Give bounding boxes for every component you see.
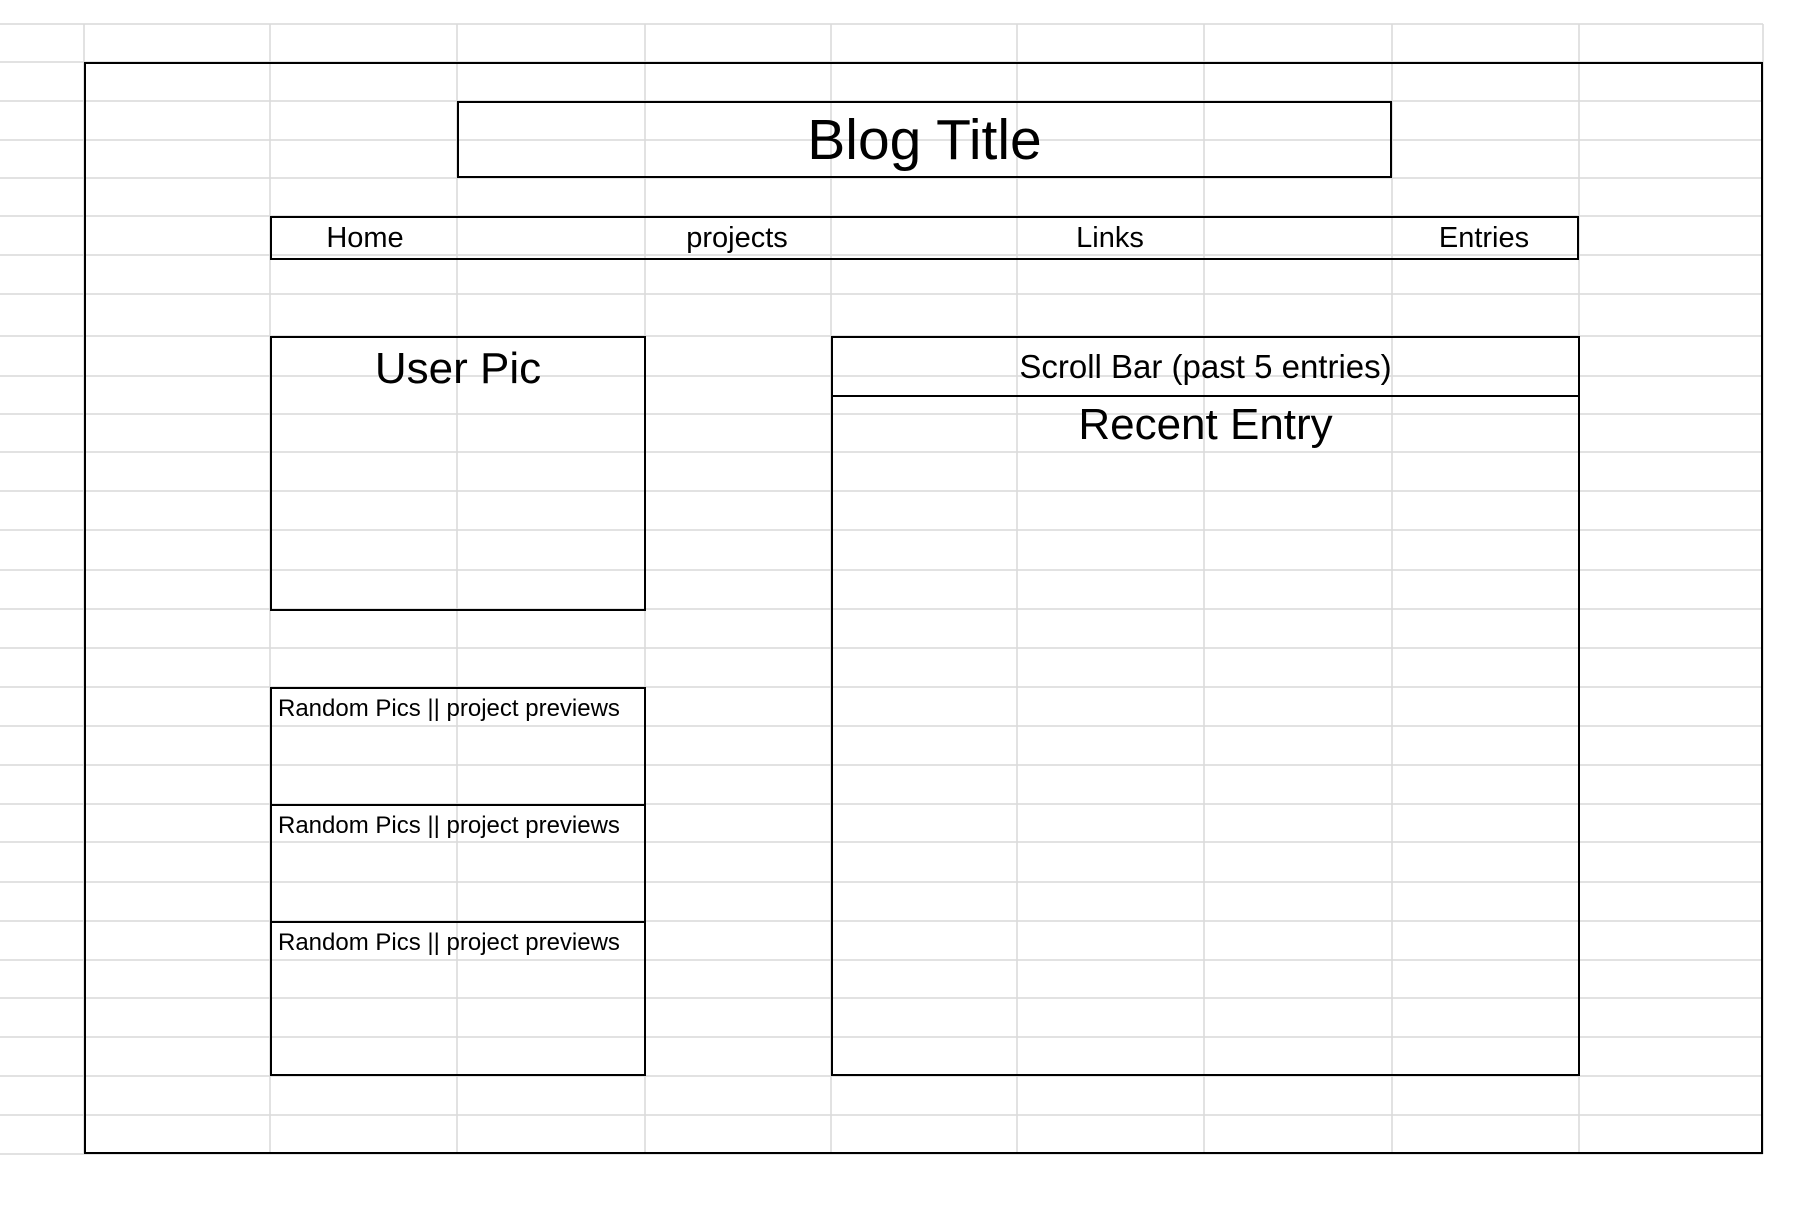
recent-entry-heading: Recent Entry — [1078, 400, 1333, 449]
entries-scroll-bar[interactable]: Scroll Bar (past 5 entries) — [833, 338, 1578, 397]
blog-title-box: Blog Title — [457, 101, 1392, 178]
project-preview-box[interactable]: Random Pics || project previews — [270, 804, 646, 921]
project-preview-label: Random Pics || project previews — [278, 929, 620, 956]
project-preview-box[interactable]: Random Pics || project previews — [270, 687, 646, 804]
nav-item-home[interactable]: Home — [272, 218, 458, 258]
project-preview-label: Random Pics || project previews — [278, 812, 620, 839]
blog-title: Blog Title — [807, 107, 1042, 172]
nav-bar: Home projects Links Entries — [270, 216, 1579, 260]
user-pic-box: User Pic — [270, 336, 646, 611]
recent-entry-panel: Scroll Bar (past 5 entries) Recent Entry — [831, 336, 1580, 1076]
nav-item-entries[interactable]: Entries — [1391, 218, 1577, 258]
project-preview-box[interactable]: Random Pics || project previews — [270, 921, 646, 1076]
user-pic-label: User Pic — [374, 344, 542, 393]
nav-item-links[interactable]: Links — [1017, 218, 1203, 258]
wireframe-page: { "wireframe": { "blog_title": "Blog Tit… — [0, 0, 1815, 1217]
project-preview-label: Random Pics || project previews — [278, 695, 620, 722]
nav-item-projects[interactable]: projects — [644, 218, 830, 258]
